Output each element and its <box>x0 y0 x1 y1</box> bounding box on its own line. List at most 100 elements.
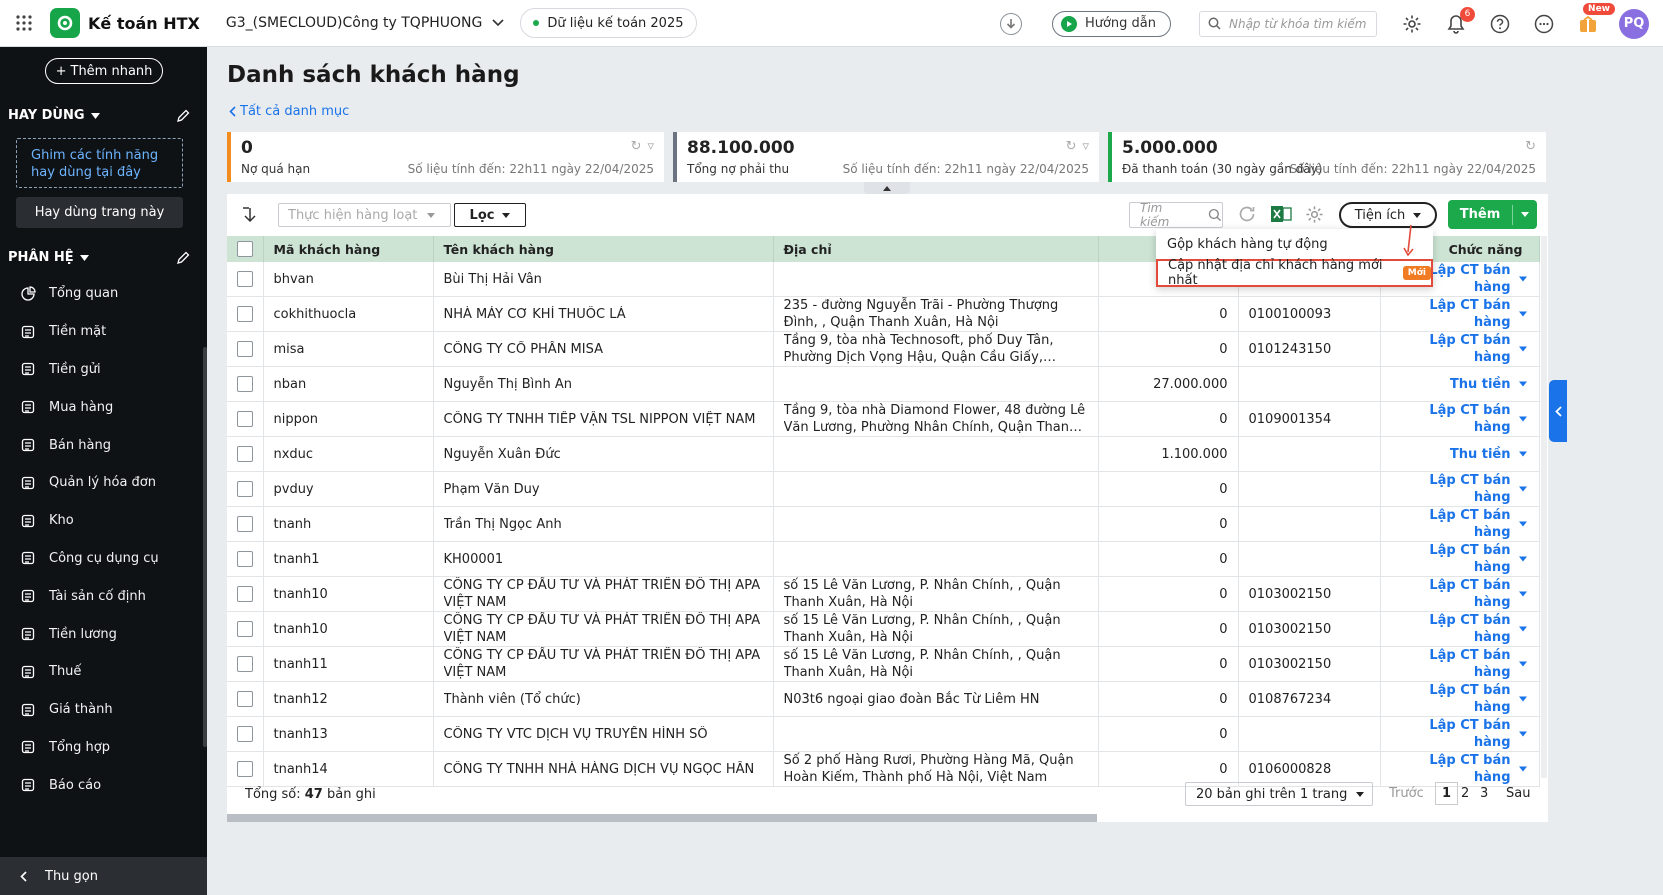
sidebar-item-3[interactable]: Mua hàng <box>0 388 200 426</box>
batch-action-dropdown[interactable]: Thực hiện hàng loạt <box>278 203 451 227</box>
row-action-link[interactable]: Thu tiền <box>1450 377 1511 392</box>
caret-down-icon[interactable] <box>1518 766 1527 772</box>
avatar[interactable]: PQ <box>1619 8 1649 39</box>
favorite-this-page-button[interactable]: Hay dùng trang này <box>16 197 183 228</box>
cell-action[interactable]: Lập CT bán hàng <box>1380 471 1540 508</box>
table-row[interactable]: tnanh1 KH00001 0 Lập CT bán hàng <box>227 541 1540 578</box>
back-to-categories-link[interactable]: Tất cả danh mục <box>229 104 349 119</box>
caret-down-icon[interactable] <box>1518 626 1527 632</box>
table-row[interactable]: nxduc Nguyễn Xuân Đức 1.100.000 Thu tiền <box>227 436 1540 473</box>
caret-down-icon[interactable] <box>1518 416 1527 422</box>
table-row[interactable]: tnanh10 CÔNG TY CP ĐẦU TƯ VÀ PHÁT TRIỂN Đ… <box>227 576 1540 613</box>
row-action-link[interactable]: Lập CT bán hàng <box>1429 613 1510 645</box>
row-select-cell[interactable] <box>227 262 264 298</box>
cell-action[interactable]: Lập CT bán hàng <box>1380 296 1540 333</box>
favorites-header[interactable]: HAY DÙNG <box>8 108 198 123</box>
cell-action[interactable]: Lập CT bán hàng <box>1380 401 1540 438</box>
caret-down-icon[interactable] <box>1518 556 1527 562</box>
sidebar-item-1[interactable]: Tiền mặt <box>0 313 200 351</box>
dataset-pill[interactable]: Dữ liệu kế toán 2025 <box>520 8 697 38</box>
cell-action[interactable]: Lập CT bán hàng <box>1380 611 1540 648</box>
download-icon[interactable] <box>999 12 1022 35</box>
caret-down-icon[interactable] <box>1518 696 1527 702</box>
filter-icon[interactable]: ▿ <box>1082 139 1089 154</box>
app-launcher-icon[interactable] <box>0 0 48 47</box>
chat-icon[interactable] <box>1533 13 1555 35</box>
sidebar-item-6[interactable]: Kho <box>0 502 200 540</box>
settings-icon[interactable] <box>1401 13 1423 35</box>
caret-down-icon[interactable] <box>1518 521 1527 527</box>
quick-add-button[interactable]: + Thêm nhanh <box>45 58 163 84</box>
row-select-cell[interactable] <box>227 471 264 508</box>
row-action-link[interactable]: Lập CT bán hàng <box>1429 508 1510 540</box>
row-action-link[interactable]: Lập CT bán hàng <box>1429 578 1510 610</box>
refresh-icon[interactable] <box>1237 204 1257 224</box>
row-action-link[interactable]: Lập CT bán hàng <box>1429 473 1510 505</box>
caret-down-icon[interactable] <box>1518 661 1527 667</box>
caret-down-icon[interactable] <box>1518 451 1527 457</box>
sidebar-item-13[interactable]: Báo cáo <box>0 766 200 804</box>
caret-down-icon[interactable] <box>1518 731 1527 737</box>
table-row[interactable]: pvduy Phạm Văn Duy 0 Lập CT bán hàng <box>227 471 1540 508</box>
caret-down-icon[interactable] <box>1518 276 1527 282</box>
sidebar-item-0[interactable]: Tổng quan <box>0 275 200 313</box>
prev-page-button[interactable]: Trước <box>1389 786 1424 801</box>
guide-button[interactable]: Hướng dẫn <box>1051 10 1171 37</box>
row-checkbox[interactable] <box>236 271 253 288</box>
row-checkbox[interactable] <box>236 411 253 428</box>
row-select-cell[interactable] <box>227 366 264 403</box>
row-select-cell[interactable] <box>227 576 264 613</box>
modules-header[interactable]: PHÂN HỆ <box>8 250 198 265</box>
caret-down-icon[interactable] <box>1518 381 1527 387</box>
row-action-link[interactable]: Lập CT bán hàng <box>1429 648 1510 680</box>
cell-action[interactable]: Thu tiền <box>1380 366 1540 403</box>
table-row[interactable]: nippon CÔNG TY TNHH TIẾP VẬN TSL NIPPON V… <box>227 401 1540 438</box>
column-settings-icon[interactable] <box>1305 205 1324 224</box>
sidebar-item-8[interactable]: Tài sản cố định <box>0 577 200 615</box>
row-action-link[interactable]: Lập CT bán hàng <box>1429 683 1510 715</box>
table-row[interactable]: cokhithuocla NHÀ MÁY CƠ KHÍ THUỐC LÁ 235 -… <box>227 296 1540 333</box>
utilities-button[interactable]: Tiện ích <box>1339 202 1437 228</box>
table-row[interactable]: misa CÔNG TY CỔ PHẦN MISA Tầng 9, tòa nhà … <box>227 331 1540 368</box>
page-2-button[interactable]: 2 <box>1461 786 1469 801</box>
cell-action[interactable]: Lập CT bán hàng <box>1380 541 1540 578</box>
select-all-cell[interactable] <box>227 236 264 262</box>
row-select-cell[interactable] <box>227 506 264 543</box>
cell-action[interactable]: Lập CT bán hàng <box>1380 506 1540 543</box>
row-select-cell[interactable] <box>227 331 264 368</box>
row-action-link[interactable]: Lập CT bán hàng <box>1429 263 1510 295</box>
sidebar-item-11[interactable]: Giá thành <box>0 691 200 729</box>
table-horizontal-scrollbar[interactable] <box>227 814 1097 822</box>
row-checkbox[interactable] <box>236 656 253 673</box>
table-row[interactable]: nban Nguyễn Thị Bình An 27.000.000 Thu tiền <box>227 366 1540 403</box>
row-checkbox[interactable] <box>236 306 253 323</box>
table-row[interactable]: tnanh11 CÔNG TY CP ĐẦU TƯ VÀ PHÁT TRIỂN Đ… <box>227 646 1540 683</box>
sidebar-item-7[interactable]: Công cụ dụng cụ <box>0 540 200 578</box>
gift-icon[interactable]: New <box>1577 2 1615 35</box>
edit-favorites-icon[interactable] <box>176 109 190 123</box>
col-header-address[interactable]: Địa chỉ <box>773 236 1099 262</box>
row-action-link[interactable]: Lập CT bán hàng <box>1429 403 1510 435</box>
next-page-button[interactable]: Sau <box>1506 786 1530 801</box>
row-select-cell[interactable] <box>227 541 264 578</box>
row-action-link[interactable]: Lập CT bán hàng <box>1429 298 1510 330</box>
row-checkbox[interactable] <box>236 481 253 498</box>
table-row[interactable]: tnanh10 CÔNG TY CP ĐẦU TƯ VÀ PHÁT TRIỂN Đ… <box>227 611 1540 648</box>
filter-button[interactable]: Lọc <box>454 203 526 227</box>
sidebar-scrollbar[interactable] <box>203 347 207 747</box>
row-select-cell[interactable] <box>227 436 264 473</box>
table-vertical-scrollbar[interactable] <box>1541 236 1547 778</box>
global-search-input[interactable]: Nhập từ khóa tìm kiếm <box>1199 10 1377 37</box>
table-row[interactable]: tnanh13 CÔNG TY VTC DỊCH VỤ TRUYỀN HÌNH S… <box>227 716 1540 753</box>
filter-icon[interactable]: ▿ <box>647 139 654 154</box>
row-action-link[interactable]: Thu tiền <box>1450 447 1511 462</box>
add-customer-button[interactable]: Thêm <box>1448 200 1537 229</box>
col-header-code[interactable]: Mã khách hàng <box>263 236 434 262</box>
app-logo[interactable]: Kế toán HTX <box>50 8 200 38</box>
refresh-icon[interactable]: ↻ <box>631 139 642 154</box>
row-action-link[interactable]: Lập CT bán hàng <box>1429 543 1510 575</box>
row-action-link[interactable]: Lập CT bán hàng <box>1429 718 1510 750</box>
row-select-cell[interactable] <box>227 646 264 683</box>
collapse-sidebar-button[interactable]: Thu gọn <box>0 857 207 895</box>
row-checkbox[interactable] <box>236 726 253 743</box>
